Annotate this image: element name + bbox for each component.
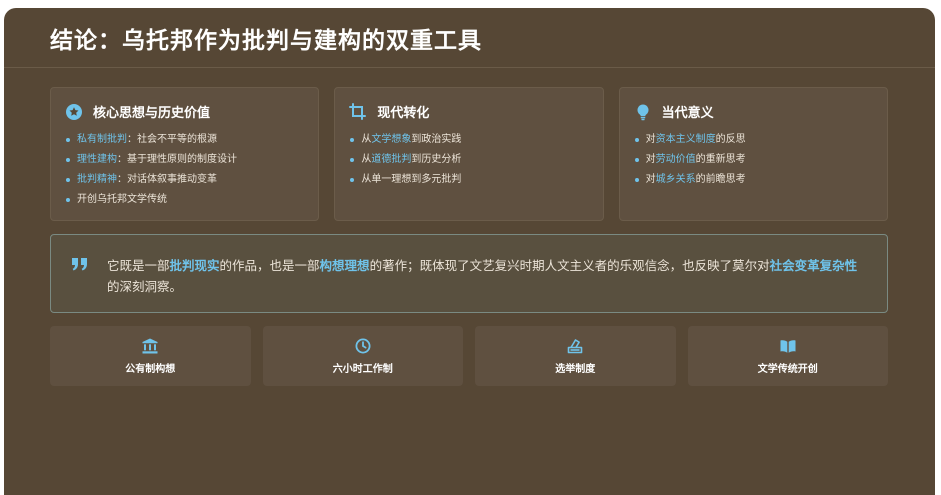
list-item: 从单一理想到多元批判 (349, 170, 588, 190)
card-header: 现代转化 (349, 102, 588, 121)
title-bar: 结论：乌托邦作为批判与建构的双重工具 (4, 8, 935, 68)
card-title: 当代意义 (661, 106, 714, 121)
slide-title: 结论：乌托邦作为批判与建构的双重工具 (50, 26, 482, 54)
crop-transform-icon (349, 102, 367, 121)
clock-icon (355, 338, 371, 354)
tile-label: 六小时工作制 (332, 363, 393, 375)
quote-text: 它既是一部批判现实的作品，也是一部构想理想的著作；既体现了文艺复兴时期人文主义者… (107, 258, 858, 294)
tile-label: 选举制度 (555, 363, 596, 375)
list-item: 理性建构：基于理性原则的制度设计 (65, 150, 304, 170)
card-list: 从文学想象到政治实践 从道德批判到历史分析 从单一理想到多元批判 (349, 130, 588, 190)
card-row: 核心思想与历史价值 私有制批判：社会不平等的根源 理性建构：基于理性原则的制度设… (50, 87, 888, 221)
quote-icon (71, 256, 95, 276)
card-header: 核心思想与历史价值 (65, 102, 304, 121)
card-title: 现代转化 (377, 106, 430, 121)
star-circle-icon (65, 103, 83, 121)
card-core-ideas: 核心思想与历史价值 私有制批判：社会不平等的根源 理性建构：基于理性原则的制度设… (50, 87, 320, 221)
card-header: 当代意义 (634, 102, 873, 121)
open-book-icon (780, 338, 796, 354)
tile-label: 公有制构想 (125, 363, 176, 375)
list-item: 从道德批判到历史分析 (349, 150, 588, 170)
quote-box: 它既是一部批判现实的作品，也是一部构想理想的著作；既体现了文艺复兴时期人文主义者… (50, 234, 888, 313)
tile-six-hour-workday: 六小时工作制 (262, 326, 463, 386)
lightbulb-icon (634, 103, 652, 121)
list-item: 开创乌托邦文学传统 (65, 190, 304, 210)
tile-label: 文学传统开创 (757, 363, 818, 375)
tile-election-system: 选举制度 (475, 326, 676, 386)
list-item: 对资本主义制度的反思 (634, 130, 873, 150)
vote-box-icon (567, 338, 583, 354)
list-item: 从文学想象到政治实践 (349, 130, 588, 150)
card-list: 对资本主义制度的反思 对劳动价值的重新思考 对城乡关系的前瞻思考 (634, 130, 873, 190)
card-list: 私有制批判：社会不平等的根源 理性建构：基于理性原则的制度设计 批判精神：对话体… (65, 130, 304, 210)
tile-public-ownership: 公有制构想 (50, 326, 251, 386)
tile-row: 公有制构想 六小时工作制 选举制度 文学传统开创 (50, 326, 888, 386)
card-modern-transformation: 现代转化 从文学想象到政治实践 从道德批判到历史分析 从单一理想到多元批判 (334, 87, 604, 221)
slide: 结论：乌托邦作为批判与建构的双重工具 核心思想与历史价值 私有制批判：社会不平等… (4, 8, 935, 495)
list-item: 私有制批判：社会不平等的根源 (65, 130, 304, 150)
bank-icon (142, 338, 158, 354)
tile-literary-tradition: 文学传统开创 (687, 326, 888, 386)
list-item: 批判精神：对话体叙事推动变革 (65, 170, 304, 190)
card-contemporary-significance: 当代意义 对资本主义制度的反思 对劳动价值的重新思考 对城乡关系的前瞻思考 (618, 87, 888, 221)
list-item: 对劳动价值的重新思考 (634, 150, 873, 170)
card-title: 核心思想与历史价值 (93, 106, 211, 121)
list-item: 对城乡关系的前瞻思考 (634, 170, 873, 190)
